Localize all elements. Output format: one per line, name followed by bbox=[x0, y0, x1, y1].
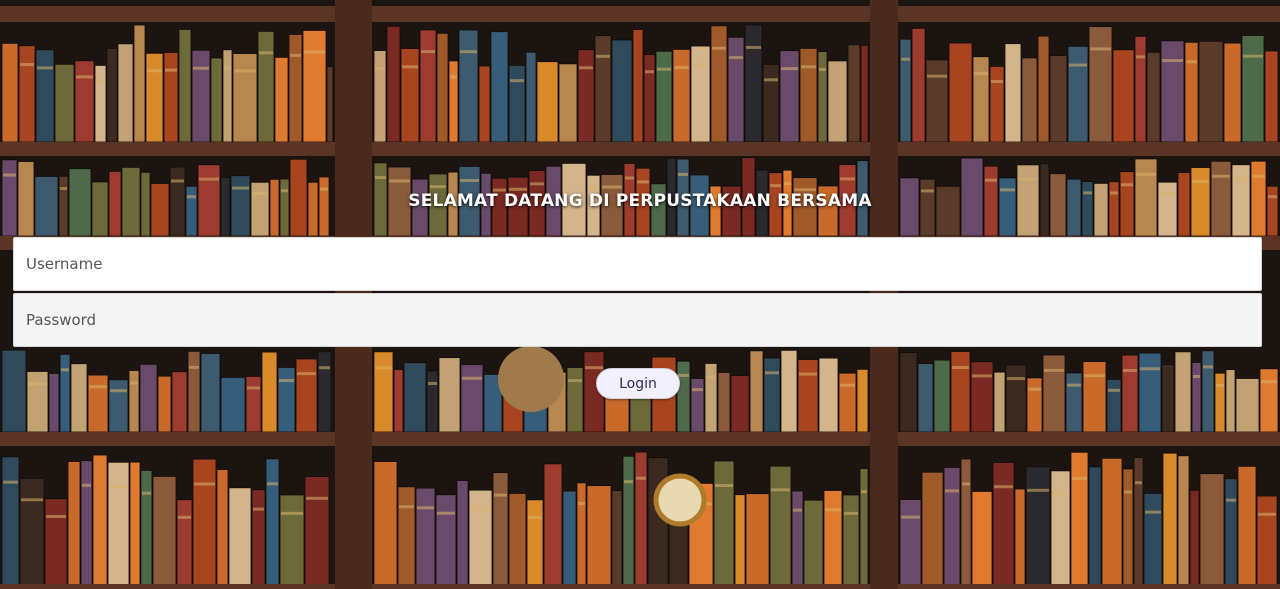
login-page: SELAMAT DATANG DI PERPUSTAKAAN BERSAMA L… bbox=[0, 0, 1280, 589]
username-input[interactable] bbox=[13, 237, 1262, 291]
login-button[interactable]: Login bbox=[596, 368, 680, 399]
password-input[interactable] bbox=[13, 293, 1262, 347]
page-title: SELAMAT DATANG DI PERPUSTAKAAN BERSAMA bbox=[408, 191, 872, 211]
